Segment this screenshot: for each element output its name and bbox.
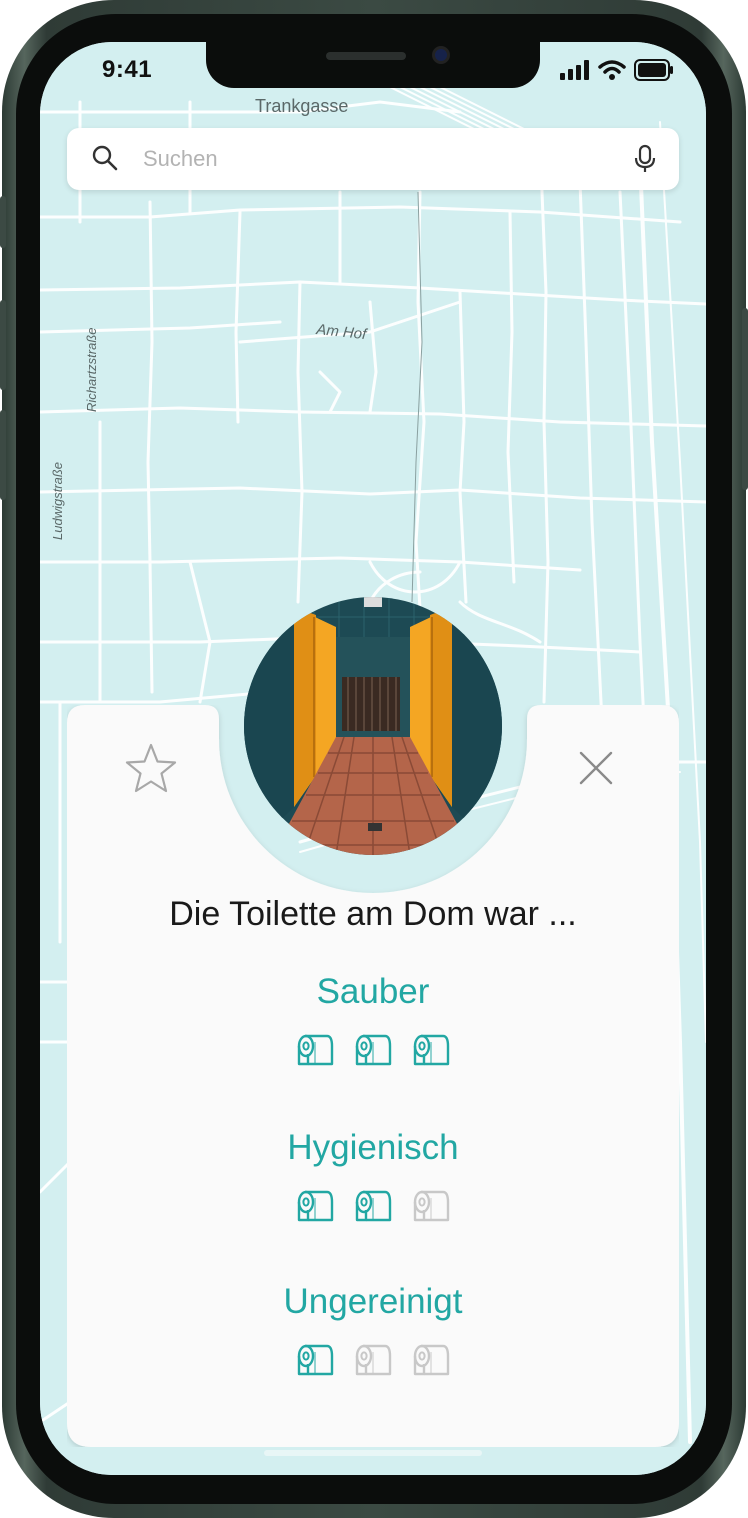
battery-icon (634, 59, 673, 81)
rating-rolls[interactable] (67, 1186, 679, 1226)
signal-icon (560, 60, 589, 80)
home-indicator (264, 1450, 482, 1456)
toilet-photo (244, 597, 502, 855)
volume-up-button (0, 300, 6, 390)
rating-rolls[interactable] (67, 1030, 679, 1070)
speaker (326, 52, 406, 60)
star-icon[interactable] (124, 742, 178, 796)
rating-label: Hygienisch (287, 1128, 459, 1167)
rating-label: Ungereinigt (283, 1282, 463, 1321)
map-label-trankgasse: Trankgasse (255, 96, 348, 116)
rating-sauber: Sauber (67, 970, 679, 1070)
search-bar[interactable]: Suchen (67, 128, 679, 190)
toilet-paper-icon[interactable] (295, 1030, 335, 1070)
toilet-paper-icon[interactable] (353, 1030, 393, 1070)
toilet-paper-icon[interactable] (411, 1030, 451, 1070)
status-icons (560, 58, 674, 82)
search-icon (92, 145, 118, 171)
toilet-paper-icon[interactable] (411, 1186, 451, 1226)
status-time: 9:41 (102, 56, 153, 83)
map-label-ludwigstrasse: Ludwigstraße (50, 462, 65, 540)
toilet-paper-icon[interactable] (353, 1340, 393, 1380)
mute-switch (0, 196, 6, 248)
rating-rolls[interactable] (67, 1340, 679, 1380)
toilet-paper-icon[interactable] (411, 1340, 451, 1380)
front-camera (432, 46, 450, 64)
toilet-paper-icon[interactable] (295, 1186, 335, 1226)
card-title: Die Toilette am Dom war ... (169, 895, 577, 933)
rating-label: Sauber (316, 972, 430, 1011)
rating-ungereinigt: Ungereinigt (67, 1280, 679, 1380)
rating-hygienisch: Hygienisch (67, 1126, 679, 1226)
map-label-richartzstrasse: Richartzstraße (84, 327, 99, 412)
search-input[interactable]: Suchen (143, 146, 218, 172)
microphone-icon[interactable] (633, 144, 657, 174)
close-icon[interactable] (578, 750, 614, 786)
notch (206, 42, 540, 88)
volume-down-button (0, 410, 6, 500)
screen: Trankgasse Am Hof Richartzstraße Ludwigs… (40, 42, 706, 1475)
toilet-paper-icon[interactable] (353, 1186, 393, 1226)
power-button (742, 308, 748, 490)
toilet-paper-icon[interactable] (295, 1340, 335, 1380)
wifi-icon (598, 60, 626, 80)
